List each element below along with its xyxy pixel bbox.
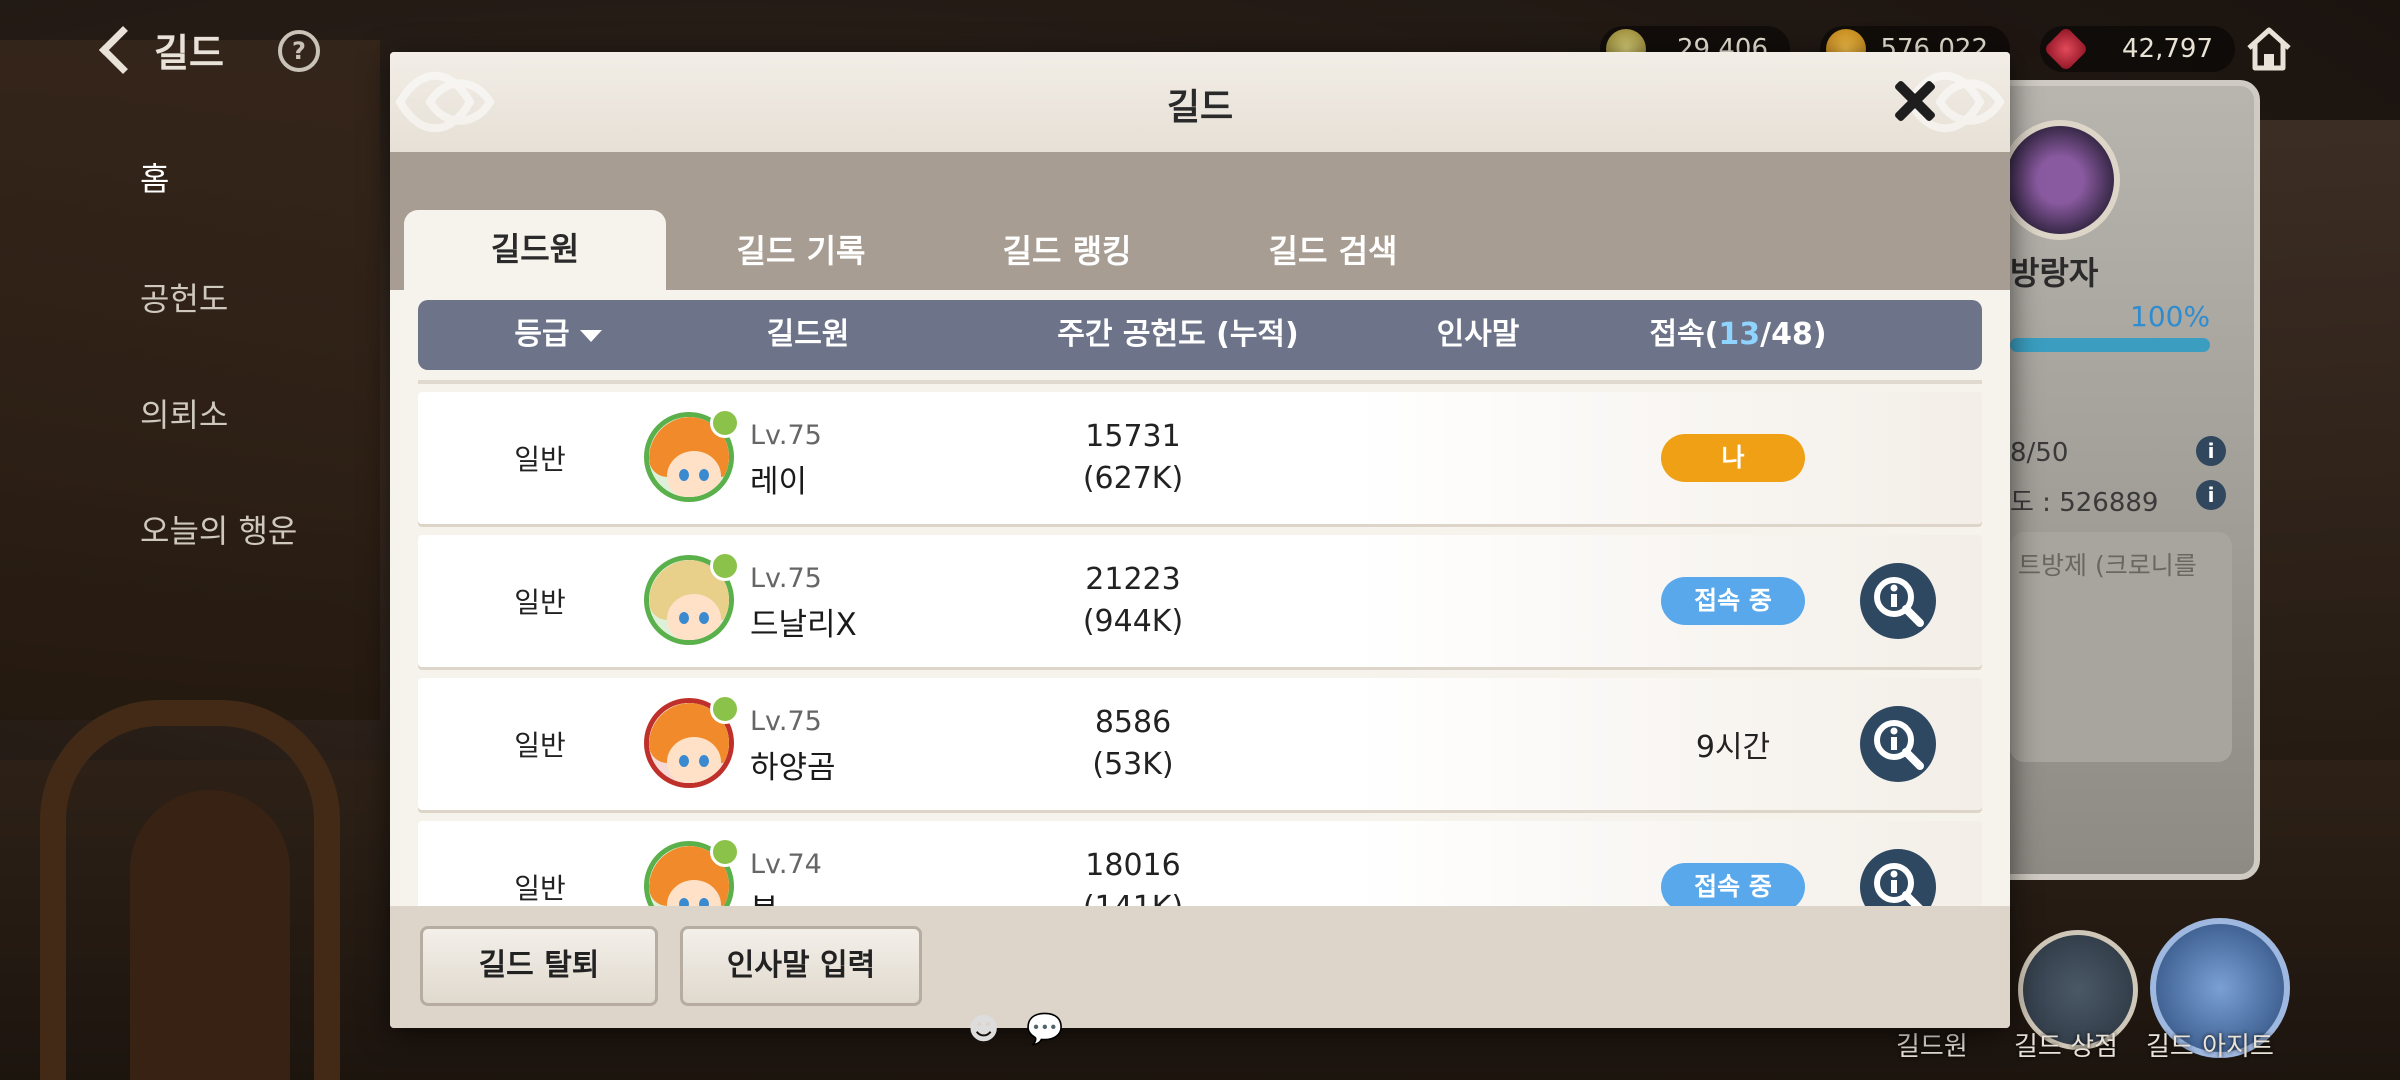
column-greeting: 인사말 — [1436, 317, 1520, 352]
weekly-contribution: 21223 — [1085, 562, 1181, 597]
status-badge-online: 접속 중 — [1661, 577, 1805, 625]
last-login-time: 9시간 — [1695, 730, 1771, 765]
weekly-contribution: 15731 — [1085, 419, 1181, 454]
member-level: Lv.75 — [750, 563, 822, 594]
guild-shop-label: 길드 상점 — [2014, 1032, 2118, 1062]
tab-guild-ranking[interactable]: 길드 랭킹 — [936, 212, 1198, 290]
avatar-eye — [699, 612, 709, 624]
online-total: /48) — [1760, 317, 1827, 352]
leaf-badge-icon — [710, 694, 740, 724]
column-member: 길드원 — [766, 317, 850, 352]
column-label: 등급 — [514, 317, 570, 352]
list-divider — [418, 380, 1982, 384]
currency-value: 42,797 — [2122, 34, 2213, 64]
guild-rank-name: 방랑자 — [2010, 254, 2099, 292]
status-badge-me: 나 — [1661, 434, 1805, 482]
avatar-eye — [679, 612, 689, 624]
avatar-eye — [679, 469, 689, 481]
avatar-face — [667, 737, 721, 783]
leaf-badge-icon — [710, 837, 740, 867]
home-icon[interactable] — [2244, 24, 2294, 74]
side-menu-item-contribution[interactable]: 공헌도 — [140, 274, 228, 320]
member-grade: 일반 — [514, 586, 566, 619]
side-menu-item-requests[interactable]: 의뢰소 — [140, 390, 228, 436]
side-menu-item-home[interactable]: 홈 — [140, 154, 169, 200]
member-list[interactable]: 일반 Lv.75 레이 15731 (627K) 나 일반 Lv.75 드날리X 21223 (94… — [418, 380, 1982, 958]
column-online-count: 접속(13/48) — [1618, 300, 1858, 370]
table-row[interactable]: 일반 Lv.75 드날리X 21223 (944K) 접속 중 — [418, 535, 1982, 667]
info-icon[interactable]: i — [2196, 436, 2226, 466]
magnifier-info-icon — [1874, 720, 1924, 770]
gem-icon — [2043, 26, 2089, 72]
avatar-eye — [699, 469, 709, 481]
back-button[interactable]: 길드 — [92, 22, 224, 77]
leave-guild-button[interactable]: 길드 탈퇴 — [420, 926, 658, 1006]
avatar-eye — [699, 755, 709, 767]
guild-members-count: 8/50 — [2010, 438, 2069, 468]
tab-bar: 길드원 길드 기록 길드 랭킹 길드 검색 — [390, 152, 2010, 290]
member-level: Lv.74 — [750, 849, 822, 880]
modal-title: 길드 — [1166, 87, 1234, 128]
guild-emblem-icon — [2000, 120, 2120, 240]
table-row[interactable]: 일반 Lv.75 레이 15731 (627K) 나 — [418, 392, 1982, 524]
leaf-badge-icon — [710, 408, 740, 438]
guild-hideout-label: 길드 아지트 — [2146, 1032, 2274, 1062]
status-badge-online: 접속 중 — [1661, 863, 1805, 911]
online-count: 13 — [1718, 317, 1761, 352]
guild-notice-box: 트방제 (크로니를 — [2010, 532, 2232, 762]
member-info-button[interactable] — [1860, 563, 1936, 639]
member-name: 드날리X — [750, 607, 857, 643]
help-icon[interactable]: ? — [278, 30, 320, 72]
avatar-eye — [679, 755, 689, 767]
side-menu-item-daily-luck[interactable]: 오늘의 행운 — [140, 506, 297, 552]
emote-icon[interactable]: ☻ — [968, 1012, 999, 1047]
member-info-button[interactable] — [1860, 706, 1936, 782]
sort-caret-icon — [579, 329, 602, 342]
member-name: 하양곰 — [750, 750, 836, 786]
member-level: Lv.75 — [750, 420, 822, 451]
close-icon[interactable] — [1884, 70, 1946, 132]
guild-progress-percent: 100% — [2130, 300, 2211, 333]
avatar-face — [667, 594, 721, 640]
total-contribution: (627K) — [1082, 461, 1184, 496]
member-name: 레이 — [750, 464, 808, 500]
magnifier-info-icon — [1874, 577, 1924, 627]
modal-header: 길드 — [390, 52, 2010, 152]
tab-guild-search[interactable]: 길드 검색 — [1202, 212, 1464, 290]
member-status: 접속 중 — [1658, 535, 1808, 667]
guild-modal: 길드 길드원 길드 기록 길드 랭킹 길드 검색 등급 길드원 주간 공헌도 (… — [390, 52, 2010, 1028]
member-level: Lv.75 — [750, 706, 822, 737]
member-status: 나 — [1658, 392, 1808, 524]
avatar-face — [667, 451, 721, 497]
column-weekly-contribution: 주간 공헌도 (누적) — [1057, 317, 1299, 352]
chat-icon[interactable]: 💬 — [1026, 1012, 1063, 1047]
member-contribution: 21223 (944K) — [1048, 535, 1218, 667]
leaf-badge-icon — [710, 551, 740, 581]
enter-greeting-button[interactable]: 인사말 입력 — [680, 926, 922, 1006]
member-grade: 일반 — [514, 729, 566, 762]
column-grade-sort[interactable]: 등급 — [478, 300, 638, 370]
guild-members-label: 길드원 — [1896, 1032, 1968, 1062]
member-contribution: 15731 (627K) — [1048, 392, 1218, 524]
chevron-left-icon — [98, 25, 148, 74]
modal-footer: 길드 탈퇴 인사말 입력 — [390, 906, 2010, 1028]
info-icon[interactable]: i — [2196, 480, 2226, 510]
members-content: 등급 길드원 주간 공헌도 (누적) 인사말 접속(13/48) 일반 Lv.75… — [390, 290, 2010, 958]
member-grade: 일반 — [514, 443, 566, 476]
tab-guild-members[interactable]: 길드원 — [404, 210, 666, 290]
total-contribution: (944K) — [1082, 604, 1184, 639]
member-contribution: 8586 (53K) — [1048, 678, 1218, 810]
table-row[interactable]: 일반 Lv.75 하양곰 8586 (53K) 9시간 — [418, 678, 1982, 810]
weekly-contribution: 8586 — [1094, 705, 1172, 740]
online-prefix: 접속( — [1649, 317, 1719, 352]
member-status: 9시간 — [1658, 678, 1808, 810]
currency-gem[interactable]: 42,797 — [2040, 26, 2235, 72]
total-contribution: (53K) — [1092, 747, 1174, 782]
tab-guild-records[interactable]: 길드 기록 — [670, 212, 932, 290]
guild-contribution-total: 도 : 526889 — [2010, 488, 2159, 518]
table-header: 등급 길드원 주간 공헌도 (누적) 인사말 접속(13/48) — [418, 300, 1982, 370]
guild-progress-bar — [2010, 338, 2210, 352]
screen-title: 길드 — [154, 31, 224, 75]
weekly-contribution: 18016 — [1085, 848, 1181, 883]
